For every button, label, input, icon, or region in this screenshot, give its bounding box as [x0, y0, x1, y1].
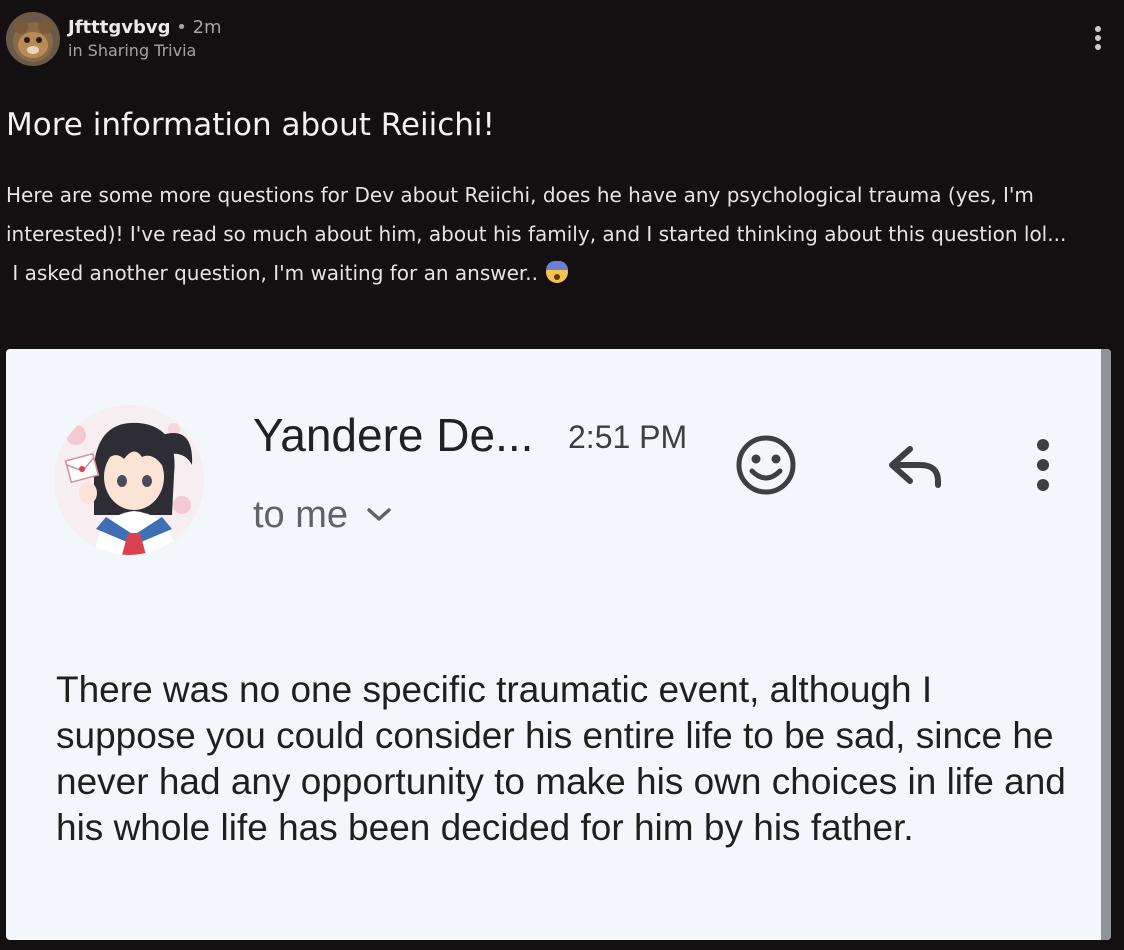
- recipient-label: to me: [253, 494, 349, 536]
- chevron-down-icon: [367, 508, 391, 521]
- post-header: Jftttgvbvg • 2m in Sharing Trivia: [6, 12, 222, 66]
- user-avatar[interactable]: [6, 12, 60, 66]
- post-menu-icon[interactable]: [1088, 26, 1108, 56]
- sender-name: Yandere De...: [253, 409, 534, 461]
- post-body: Here are some more questions for Dev abo…: [6, 176, 1116, 293]
- author-username[interactable]: Jftttgvbvg: [68, 17, 170, 38]
- post-card: Jftttgvbvg • 2m in Sharing Trivia More i…: [0, 0, 1124, 950]
- post-body-text: I asked another question, I'm waiting fo…: [12, 261, 539, 285]
- sender-avatar: [54, 405, 204, 555]
- meta-separator: •: [176, 17, 187, 38]
- reply-arrow-icon[interactable]: [884, 441, 946, 491]
- scrollbar: [1101, 349, 1111, 940]
- recipient-details-toggle[interactable]: to me: [253, 493, 392, 537]
- more-vertical-icon[interactable]: [1029, 437, 1057, 493]
- author-line: Jftttgvbvg • 2m: [68, 17, 222, 39]
- sent-time: 2:51 PM: [568, 419, 688, 455]
- community-link[interactable]: in Sharing Trivia: [68, 41, 222, 61]
- post-title: More information about Reiichi!: [6, 107, 495, 143]
- post-body-paragraph: Here are some more questions for Dev abo…: [6, 183, 1067, 246]
- smiley-face-icon[interactable]: [734, 433, 798, 497]
- post-timestamp: 2m: [192, 17, 222, 38]
- attached-image[interactable]: Yandere De... 2:51 PM to me There was no: [6, 349, 1111, 940]
- post-body-paragraph: I asked another question, I'm waiting fo…: [6, 254, 1116, 293]
- fearful-face-emoji-icon: [546, 261, 569, 283]
- post-meta: Jftttgvbvg • 2m in Sharing Trivia: [68, 17, 222, 61]
- email-message-body: There was no one specific traumatic even…: [56, 669, 1066, 848]
